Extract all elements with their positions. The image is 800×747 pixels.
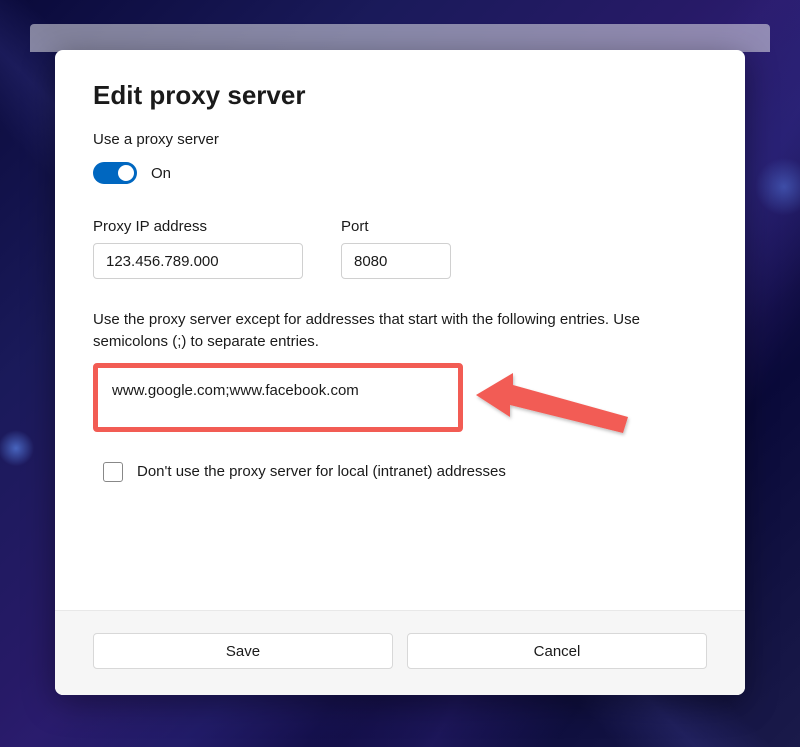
dialog-title: Edit proxy server (93, 80, 707, 111)
background-window-strip (30, 24, 770, 52)
exceptions-highlight-wrapper (93, 363, 707, 432)
ip-group: Proxy IP address (93, 218, 303, 279)
annotation-highlight-box (93, 363, 463, 432)
proxy-toggle-state: On (151, 165, 171, 182)
exceptions-description: Use the proxy server except for addresse… (93, 309, 707, 353)
local-addresses-checkbox[interactable] (103, 462, 123, 482)
address-port-row: Proxy IP address Port (93, 218, 707, 279)
annotation-arrow-icon (468, 355, 648, 445)
port-input[interactable] (341, 243, 451, 279)
edit-proxy-dialog: Edit proxy server Use a proxy server On … (55, 50, 745, 695)
local-addresses-row: Don't use the proxy server for local (in… (103, 462, 707, 482)
dialog-body: Edit proxy server Use a proxy server On … (55, 50, 745, 610)
local-addresses-label: Don't use the proxy server for local (in… (137, 463, 506, 480)
ip-label: Proxy IP address (93, 218, 303, 235)
exceptions-input[interactable] (104, 378, 452, 403)
toggle-knob-icon (118, 165, 134, 181)
save-button[interactable]: Save (93, 633, 393, 669)
cancel-button[interactable]: Cancel (407, 633, 707, 669)
proxy-toggle[interactable] (93, 162, 137, 184)
dialog-footer: Save Cancel (55, 610, 745, 695)
use-proxy-label: Use a proxy server (93, 131, 707, 148)
ip-input[interactable] (93, 243, 303, 279)
port-label: Port (341, 218, 451, 235)
port-group: Port (341, 218, 451, 279)
proxy-toggle-row: On (93, 162, 707, 184)
